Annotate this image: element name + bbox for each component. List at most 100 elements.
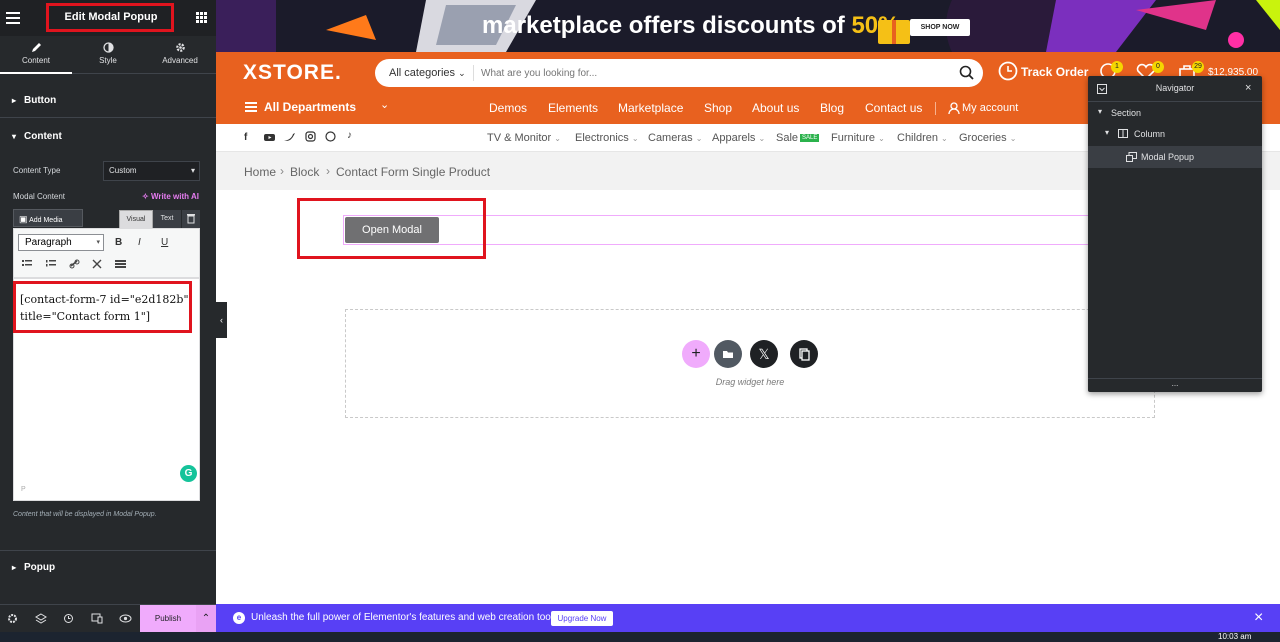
category-groceries-label: Groceries: [959, 132, 1007, 144]
category-cameras[interactable]: Cameras ⌄: [648, 132, 702, 144]
fullscreen-icon[interactable]: [92, 259, 102, 269]
instagram-icon[interactable]: [305, 131, 316, 142]
category-tv-monitor[interactable]: TV & Monitor ⌄: [487, 132, 561, 144]
category-cameras-label: Cameras: [648, 132, 693, 144]
tab-style[interactable]: Style: [72, 36, 144, 74]
breadcrumb-home[interactable]: Home: [244, 165, 276, 179]
navigator-item-section[interactable]: ▾ Section: [1088, 103, 1262, 123]
navigator-resize-handle[interactable]: ...: [1088, 378, 1262, 392]
templates-folder-icon[interactable]: [714, 340, 742, 368]
navigator-item-column[interactable]: ▾ Column: [1088, 124, 1262, 144]
navigator-panel: Navigator × ▾ Section ▾ Column Modal Pop…: [1088, 76, 1262, 392]
whatsapp-icon[interactable]: [325, 131, 336, 142]
category-apparels[interactable]: Apparels ⌄: [712, 132, 765, 144]
search-icon[interactable]: [959, 65, 975, 81]
category-children[interactable]: Children ⌄: [897, 132, 948, 144]
chevron-left-icon: ‹: [220, 315, 223, 325]
chevron-down-icon: ⌄: [878, 134, 885, 143]
write-with-ai-link[interactable]: ✧ Write with AI: [142, 192, 199, 201]
menu-shop[interactable]: Shop: [704, 101, 732, 115]
section-button[interactable]: ▸ Button: [0, 84, 216, 118]
chevron-down-icon: ⌄: [941, 134, 948, 143]
section-popup[interactable]: ▸ Popup: [0, 550, 216, 584]
menu-marketplace[interactable]: Marketplace: [618, 101, 683, 115]
collapse-panel-arrow[interactable]: ‹: [216, 302, 227, 338]
drop-zone[interactable]: + 𝕏 Drag widget here: [345, 309, 1155, 418]
breadcrumb-block[interactable]: Block: [290, 165, 319, 179]
navigator-section-label: Section: [1111, 108, 1142, 118]
upgrade-now-button[interactable]: Upgrade Now: [551, 611, 613, 626]
track-order-link[interactable]: Track Order: [1021, 65, 1088, 79]
os-taskbar: 10:03 am: [0, 632, 1280, 642]
bullet-list-icon[interactable]: [22, 259, 32, 269]
underline-button[interactable]: U: [161, 237, 168, 248]
chevron-up-icon: ⌃: [201, 613, 211, 624]
menu-blog[interactable]: Blog: [820, 101, 844, 115]
elementor-logo-icon: e: [233, 612, 245, 624]
chevron-right-icon: ›: [280, 164, 284, 178]
menu-contact-us[interactable]: Contact us: [865, 101, 922, 115]
visual-tab[interactable]: Visual: [119, 210, 153, 228]
navigator-item-modal-popup[interactable]: Modal Popup: [1088, 146, 1262, 168]
departments-menu-icon: [245, 102, 257, 112]
caret-down-icon: ▾: [12, 132, 17, 141]
column-icon: [1118, 129, 1128, 138]
category-sale[interactable]: Sale SALE: [776, 132, 820, 144]
add-media-button[interactable]: ▣ Add Media: [13, 209, 83, 227]
category-groceries[interactable]: Groceries ⌄: [959, 132, 1016, 144]
youtube-icon[interactable]: [264, 132, 275, 142]
promo-banner[interactable]: marketplace offers discounts of 50% SHOP…: [216, 0, 1280, 52]
menu-elements[interactable]: Elements: [548, 101, 598, 115]
layers-icon[interactable]: [35, 613, 47, 624]
link-icon[interactable]: [69, 259, 80, 269]
search-input[interactable]: [481, 63, 941, 83]
publish-button[interactable]: Publish: [140, 605, 196, 633]
content-type-value: Custom: [109, 166, 137, 175]
chevron-down-icon[interactable]: ⌄: [380, 98, 389, 111]
publish-options-button[interactable]: ⌃: [196, 605, 216, 633]
preview-eye-icon[interactable]: [119, 613, 132, 624]
toolbar-toggle-icon[interactable]: [115, 259, 126, 269]
paragraph-select[interactable]: Paragraph ▾: [18, 234, 104, 251]
menu-about-us[interactable]: About us: [752, 101, 799, 115]
history-icon[interactable]: [63, 613, 74, 624]
breadcrumb-current: Contact Form Single Product: [336, 165, 491, 179]
banner-headline: marketplace offers discounts of 50%: [482, 12, 899, 40]
close-icon[interactable]: ×: [1245, 82, 1251, 94]
facebook-icon[interactable]: f: [244, 132, 247, 143]
copy-paste-icon[interactable]: [790, 340, 818, 368]
hamburger-menu-icon[interactable]: [6, 12, 20, 24]
responsive-icon[interactable]: [91, 613, 103, 624]
content-type-select[interactable]: Custom ▾: [103, 161, 200, 181]
highlight-open-modal: [297, 198, 486, 259]
category-electronics[interactable]: Electronics ⌄: [575, 132, 639, 144]
modal-widget-icon: [1126, 152, 1137, 162]
my-account-link[interactable]: My account: [962, 102, 1018, 114]
search-category-select[interactable]: All categories ⌄: [389, 67, 466, 79]
text-tab[interactable]: Text: [153, 210, 181, 228]
shop-now-button[interactable]: SHOP NOW: [910, 19, 970, 36]
pencil-icon: [31, 43, 41, 52]
grammarly-icon[interactable]: G: [180, 465, 197, 482]
tiktok-icon[interactable]: ♪: [347, 130, 352, 141]
numbered-list-icon[interactable]: [46, 259, 56, 269]
site-logo[interactable]: XSTORE.: [243, 61, 342, 85]
add-media-label: Add Media: [29, 217, 63, 224]
section-content[interactable]: ▾ Content: [0, 120, 216, 154]
tab-content[interactable]: Content: [0, 36, 72, 74]
settings-gear-icon[interactable]: [7, 613, 18, 624]
navigator-header[interactable]: Navigator ×: [1088, 76, 1262, 102]
add-section-plus-icon[interactable]: +: [682, 340, 710, 368]
widgets-grid-icon[interactable]: [196, 12, 207, 23]
menu-demos[interactable]: Demos: [489, 101, 527, 115]
all-departments-button[interactable]: All Departments: [264, 100, 356, 114]
x-logo-icon[interactable]: 𝕏: [750, 340, 778, 368]
category-furniture[interactable]: Furniture ⌄: [831, 132, 885, 144]
close-icon[interactable]: ×: [1254, 609, 1263, 627]
caret-down-icon: ▾: [1105, 128, 1110, 137]
trash-icon[interactable]: [182, 210, 200, 228]
tab-advanced[interactable]: Advanced: [144, 36, 216, 74]
italic-button[interactable]: I: [138, 237, 141, 248]
bold-button[interactable]: B: [115, 237, 122, 248]
twitter-icon[interactable]: [284, 132, 295, 142]
